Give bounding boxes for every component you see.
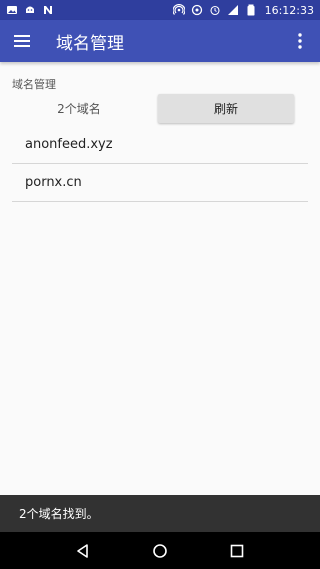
signal-icon (227, 4, 239, 16)
app-bar: 域名管理 (0, 20, 320, 62)
page-title: 域名管理 (56, 33, 124, 54)
snackbar-message: 2个域名找到。 (19, 507, 99, 521)
home-icon[interactable] (151, 542, 169, 560)
hotspot-icon (172, 4, 185, 16)
battery-icon (245, 4, 257, 16)
menu-icon[interactable] (10, 29, 34, 53)
back-icon[interactable] (74, 542, 92, 560)
android-icon (24, 4, 36, 16)
status-right-icons: 16:12:33 (172, 3, 314, 17)
refresh-button[interactable]: 刷新 (158, 94, 294, 123)
alarm-icon (209, 4, 221, 16)
navigation-bar (0, 532, 320, 569)
status-time: 16:12:33 (264, 3, 314, 17)
image-icon (6, 4, 18, 16)
section-label: 域名管理 (12, 78, 56, 91)
recents-icon[interactable] (228, 542, 246, 560)
n-icon (42, 4, 54, 16)
more-options-icon[interactable] (290, 29, 310, 53)
list-item[interactable]: pornx.cn (12, 164, 308, 202)
sync-icon (191, 4, 203, 16)
domain-list: anonfeed.xyz pornx.cn (12, 126, 308, 202)
snackbar: 2个域名找到。 (0, 495, 320, 532)
list-item[interactable]: anonfeed.xyz (12, 126, 308, 164)
domain-count-text: 2个域名 (57, 101, 101, 116)
status-left-icons (6, 4, 54, 16)
status-bar: 16:12:33 (0, 0, 320, 20)
